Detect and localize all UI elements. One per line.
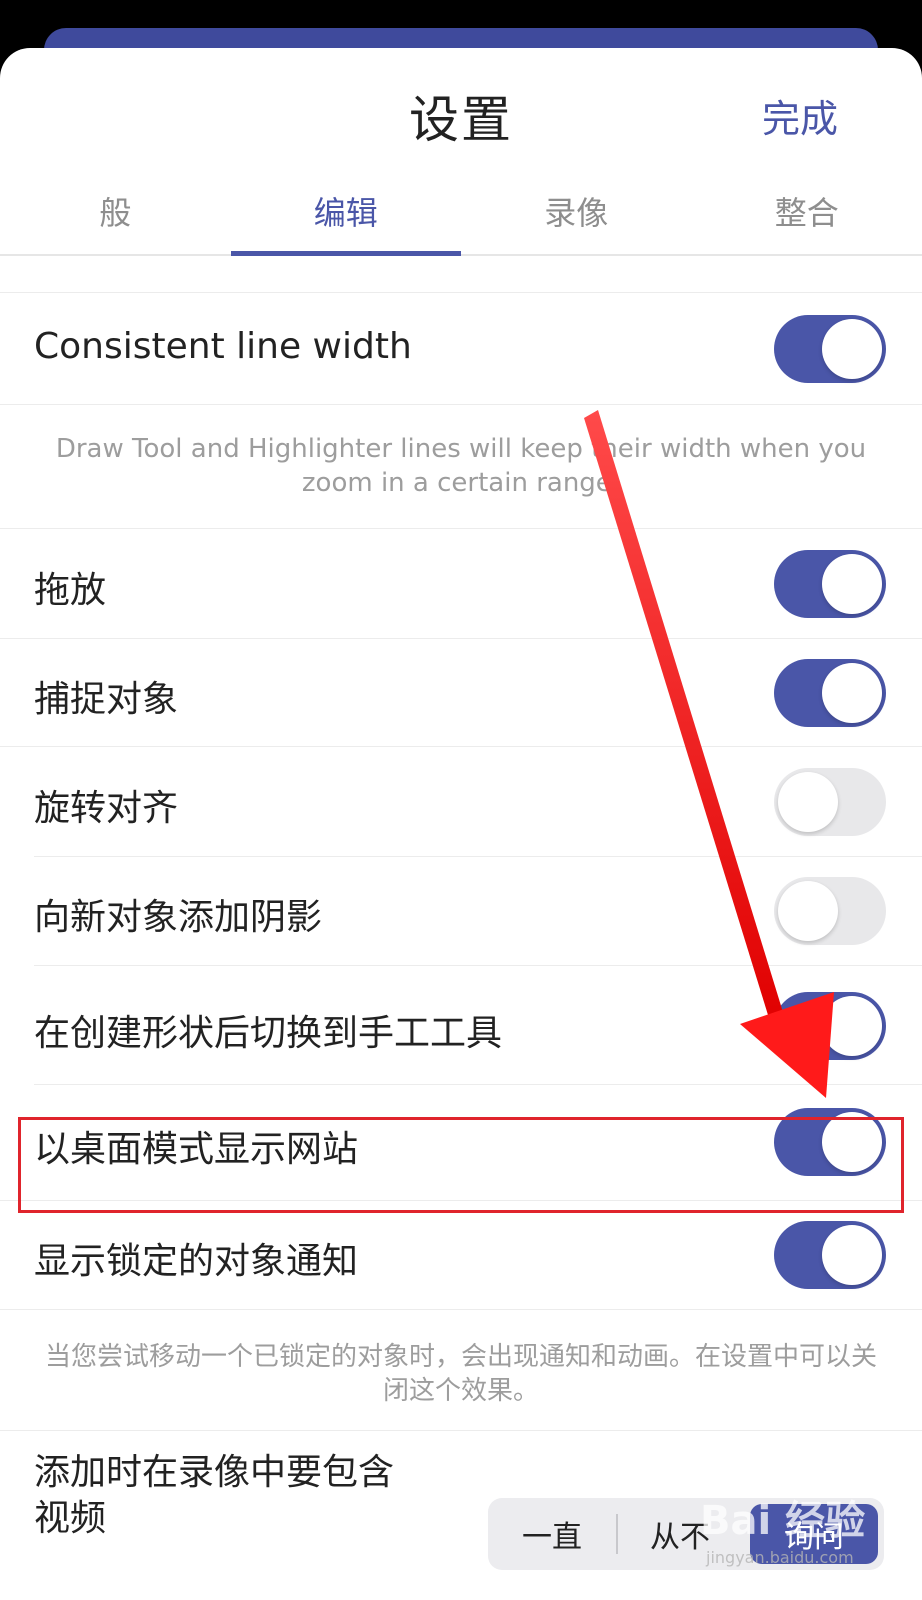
setting-row-consistent-line-width: Consistent line width <box>0 294 922 404</box>
include-video-label-line2: 视频 <box>34 1498 107 1539</box>
setting-row-rotate-align: 旋转对齐 <box>0 747 922 856</box>
toggle-knob <box>778 881 838 941</box>
divider <box>0 1309 922 1310</box>
include-video-label-line1: 添加时在录像中要包含 <box>34 1452 395 1493</box>
setting-label: Consistent line width <box>34 326 412 367</box>
shadow-new-objects-toggle[interactable] <box>774 877 886 945</box>
setting-row-drag-drop: 拖放 <box>0 529 922 639</box>
toggle-knob <box>822 319 882 379</box>
tab-bar: 般 编辑 录像 整合 <box>0 168 922 256</box>
highlight-box <box>18 1117 904 1213</box>
watermark-url: jingyan.baidu.com <box>706 1548 854 1567</box>
toggle-knob <box>822 996 882 1056</box>
setting-label: 旋转对齐 <box>34 788 179 829</box>
setting-row-snap-objects: 捕捉对象 <box>0 639 922 747</box>
setting-row-switch-hand-tool: 在创建形状后切换到手工工具 <box>0 966 922 1084</box>
consistent-line-width-toggle[interactable] <box>774 315 886 383</box>
tab-general[interactable]: 般 <box>0 168 231 254</box>
consistent-line-width-description: Draw Tool and Highlighter lines will kee… <box>55 434 867 498</box>
segment-always[interactable]: 一直 <box>488 1498 616 1570</box>
setting-label: 捕捉对象 <box>34 679 179 720</box>
drag-drop-toggle[interactable] <box>774 550 886 618</box>
switch-hand-tool-toggle[interactable] <box>774 992 886 1060</box>
setting-row-shadow-new-objects: 向新对象添加阴影 <box>0 857 922 965</box>
setting-label: 显示锁定的对象通知 <box>34 1241 359 1282</box>
done-button[interactable]: 完成 <box>762 88 838 143</box>
setting-label: 拖放 <box>34 570 107 611</box>
setting-row-locked-notifications: 显示锁定的对象通知 <box>0 1201 922 1309</box>
toggle-knob <box>778 772 838 832</box>
include-video-label: 添加时在录像中要包含 视频 <box>34 1450 394 1542</box>
tab-recording[interactable]: 录像 <box>461 168 692 254</box>
toggle-knob <box>822 1225 882 1285</box>
tab-edit[interactable]: 编辑 <box>230 168 462 256</box>
divider <box>0 404 922 405</box>
watermark-logo: Bai 经验 <box>700 1498 866 1544</box>
rotate-align-toggle[interactable] <box>774 768 886 836</box>
settings-sheet: 设置 完成 般 编辑 录像 整合 Consistent line width D… <box>0 48 922 1600</box>
setting-label: 在创建形状后切换到手工工具 <box>34 1013 503 1054</box>
toggle-knob <box>822 663 882 723</box>
tab-integration[interactable]: 整合 <box>692 168 922 254</box>
divider <box>0 292 922 293</box>
toggle-knob <box>822 554 882 614</box>
snap-objects-toggle[interactable] <box>774 659 886 727</box>
setting-label: 向新对象添加阴影 <box>34 897 323 938</box>
divider <box>0 1430 922 1431</box>
locked-notifications-description: 当您尝试移动一个已锁定的对象时，会出现通知和动画。在设置中可以关闭这个效果。 <box>44 1342 877 1406</box>
locked-notifications-toggle[interactable] <box>774 1221 886 1289</box>
